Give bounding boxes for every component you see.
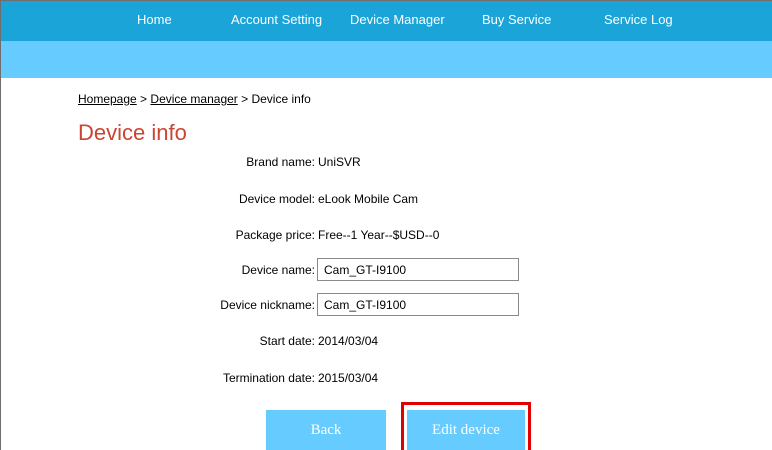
nav-service-log[interactable]: Service Log	[604, 12, 673, 28]
device-nickname-label: Device nickname:	[220, 298, 315, 312]
breadcrumb-device-manager-link[interactable]: Device manager	[150, 92, 237, 106]
device-model-label: Device model:	[238, 192, 315, 206]
breadcrumb-current: Device info	[251, 92, 311, 106]
package-price-value: Free--1 Year--$USD--0	[318, 228, 440, 242]
page-title: Device info	[78, 120, 187, 145]
back-button[interactable]: Back	[266, 410, 386, 450]
device-name-label: Device name:	[241, 263, 315, 277]
start-date-label: Start date:	[259, 334, 315, 348]
termination-date-label: Termination date:	[222, 371, 315, 385]
sub-navigation-bar	[1, 41, 772, 78]
top-navigation-bar: Home Account Setting Device Manager Buy …	[1, 1, 772, 41]
nav-buy-service[interactable]: Buy Service	[482, 12, 551, 28]
device-model-value: eLook Mobile Cam	[318, 192, 419, 206]
breadcrumb-homepage-link[interactable]: Homepage	[78, 92, 137, 106]
device-nickname-input[interactable]	[317, 293, 519, 316]
breadcrumb-separator: >	[237, 92, 252, 106]
nav-home[interactable]: Home	[137, 12, 172, 28]
nav-account-setting[interactable]: Account Setting	[231, 12, 322, 28]
edit-device-highlight-box	[401, 402, 531, 450]
device-name-input[interactable]	[317, 258, 519, 281]
breadcrumb-separator: >	[136, 92, 151, 106]
nav-device-manager[interactable]: Device Manager	[350, 12, 445, 28]
termination-date-value: 2015/03/04	[318, 371, 379, 385]
breadcrumb: Homepage > Device manager > Device info	[78, 92, 311, 106]
brand-name-value: UniSVR	[318, 155, 361, 169]
brand-name-label: Brand name:	[246, 155, 315, 169]
package-price-label: Package price:	[235, 228, 315, 242]
start-date-value: 2014/03/04	[318, 334, 379, 348]
